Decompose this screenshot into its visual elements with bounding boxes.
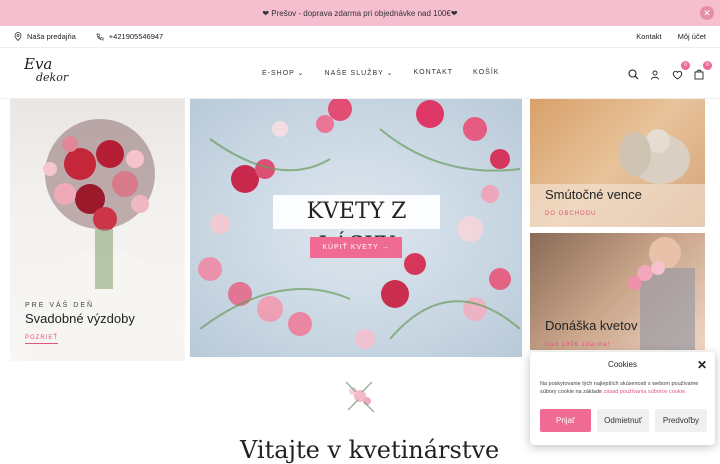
chevron-down-icon: ⌄	[386, 70, 394, 77]
wedding-caption: PRE VÁŠ DEŇ Svadobné výzdoby POZRIEŤ	[25, 302, 135, 344]
hero-title: KVETY Z LÁSKY	[273, 195, 440, 258]
account-button[interactable]	[650, 67, 662, 80]
phone-link[interactable]: +421905546947	[96, 32, 163, 41]
wedding-kicker: PRE VÁŠ DEŇ	[25, 302, 95, 309]
phone-icon	[96, 33, 104, 40]
logo[interactable]: Eva dekor	[24, 57, 74, 91]
cart-count-badge: 0	[703, 61, 712, 70]
shopping-bag-icon	[694, 69, 704, 80]
phone-label: +421905546947	[108, 32, 164, 41]
cookie-policy-link[interactable]: zásad používania súborov cookie.	[604, 389, 687, 395]
account-link[interactable]: Môj účet	[678, 32, 706, 41]
main-header: Eva dekor E-SHOP ⌄ NAŠE SLUŽBY ⌄ KONTAKT…	[0, 49, 720, 99]
location-pin-icon	[14, 32, 22, 41]
funeral-link[interactable]: DO OBCHODU	[545, 211, 596, 219]
welcome-heading: Vitajte v kvetinárstve	[240, 436, 500, 464]
store-label: Naša predajňa	[27, 32, 76, 41]
delivery-title: Donáška kvetov	[545, 318, 638, 333]
close-icon[interactable]: ✕	[697, 358, 707, 372]
close-icon[interactable]: ✕	[700, 6, 714, 20]
store-link[interactable]: Naša predajňa	[14, 32, 76, 41]
delivery-caption: Donáška kvetov Nad 100€ zdarma!	[545, 316, 638, 350]
chevron-down-icon: ⌄	[297, 70, 305, 77]
header-icons: 0 0	[628, 61, 712, 80]
wishlist-count-badge: 0	[681, 61, 690, 70]
wedding-title: Svadobné výzdoby	[25, 311, 135, 326]
reject-button[interactable]: Odmietnuť	[597, 409, 649, 432]
floral-ornament-icon	[345, 381, 375, 413]
accept-button[interactable]: Prijať	[540, 409, 591, 432]
funeral-caption: Smútočné vence DO OBCHODU	[545, 185, 642, 220]
flower-delivery-tile[interactable]: Donáška kvetov Nad 100€ zdarma!	[530, 233, 705, 350]
search-button[interactable]	[628, 67, 640, 80]
cart-button[interactable]: 0	[694, 61, 712, 80]
user-icon	[651, 70, 659, 80]
funeral-title: Smútočné vence	[545, 187, 642, 202]
nav-cart[interactable]: KOŠÍK	[473, 69, 499, 77]
preferences-button[interactable]: Predvoľby	[655, 409, 707, 432]
top-bar: Naša predajňa +421905546947 Kontakt Môj …	[0, 26, 720, 48]
nav-eshop[interactable]: E-SHOP ⌄	[262, 69, 305, 77]
announcement-text: ❤ Prešov - doprava zdarma pri objednávke…	[262, 8, 458, 18]
nav-contact[interactable]: KONTAKT	[414, 69, 454, 77]
cookie-title: Cookies	[608, 360, 637, 369]
shop-flowers-button[interactable]: KÚPIŤ KVETY →	[310, 237, 402, 258]
logo-line-2: dekor	[36, 71, 69, 84]
wedding-tile[interactable]: PRE VÁŠ DEŇ Svadobné výzdoby POZRIEŤ	[10, 99, 185, 361]
contact-link[interactable]: Kontakt	[636, 32, 661, 41]
main-nav: E-SHOP ⌄ NAŠE SLUŽBY ⌄ KONTAKT KOŠÍK	[262, 69, 499, 77]
hero-tile: KVETY Z LÁSKY KÚPIŤ KVETY →	[190, 99, 522, 357]
funeral-wreaths-tile[interactable]: Smútočné vence DO OBCHODU	[530, 99, 705, 227]
cookie-text: Na poskytovanie tých najlepších skúsenos…	[540, 381, 699, 395]
delivery-link[interactable]: Nad 100€ zdarma!	[545, 342, 610, 350]
search-icon	[628, 69, 639, 80]
cookie-dialog: Cookies ✕ Na poskytovanie tých najlepšíc…	[530, 352, 715, 445]
nav-services[interactable]: NAŠE SLUŽBY ⌄	[325, 69, 394, 77]
heart-icon	[672, 70, 683, 80]
wedding-link[interactable]: POZRIEŤ	[25, 335, 59, 344]
wishlist-button[interactable]: 0	[672, 61, 690, 80]
announcement-bar: ❤ Prešov - doprava zdarma pri objednávke…	[0, 0, 720, 26]
